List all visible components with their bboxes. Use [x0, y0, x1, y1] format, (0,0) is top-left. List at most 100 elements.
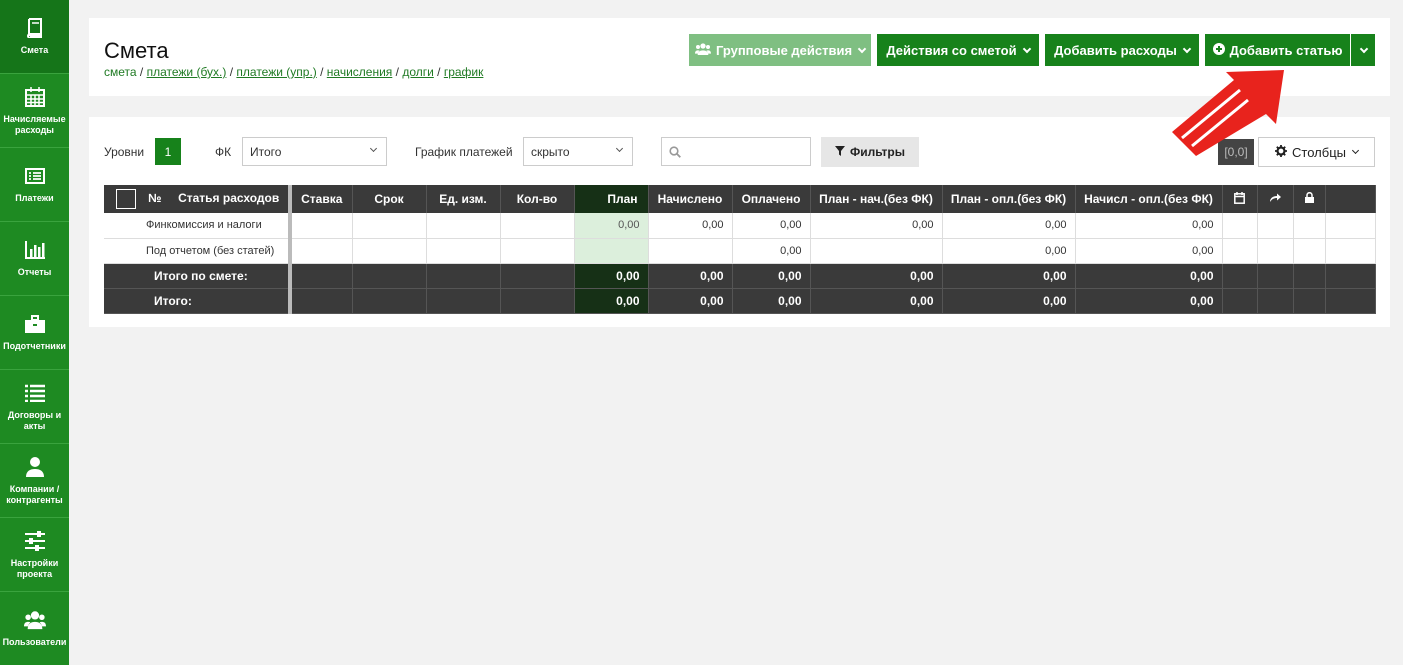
cell-plan[interactable] — [574, 238, 649, 264]
cell-calendar — [1222, 263, 1258, 289]
cell-plan-paid: 0,00 — [942, 213, 1076, 239]
header-accrued[interactable]: Начислено — [648, 185, 733, 213]
estimate-table: № Статья расходов Ставка Срок Ед. изм. К… — [104, 185, 1376, 314]
cell-plan-accrued: 0,00 — [810, 288, 943, 314]
cell-qty — [500, 213, 575, 239]
fk-label: ФК — [215, 145, 232, 159]
breadcrumb-link-payments-mgmt[interactable]: платежи (упр.) — [236, 65, 316, 79]
search-input[interactable] — [661, 137, 811, 166]
breadcrumb-link-schedule[interactable]: график — [444, 65, 484, 79]
chevron-down-icon — [1359, 44, 1369, 53]
list-icon — [24, 165, 46, 187]
chevron-down-icon — [1351, 146, 1360, 155]
header-plan-accrued[interactable]: План - нач.(без ФК) — [810, 185, 943, 213]
sidebar-item-payments[interactable]: Платежи — [0, 148, 69, 222]
schedule-select-value: скрыто — [531, 144, 570, 159]
breadcrumb: смета / платежи (бух.) / платежи (упр.) … — [104, 65, 484, 79]
breadcrumb-current: смета — [104, 65, 137, 79]
cell-lock — [1293, 288, 1326, 314]
header-article-label: Статья расходов — [178, 191, 280, 206]
sidebar-item-label: Компании / контрагенты — [6, 483, 63, 505]
sidebar-item-accrued-expenses[interactable]: Начисляемые расходы — [0, 74, 69, 148]
schedule-select[interactable]: скрыто — [523, 137, 633, 166]
cell-plan-accrued: 0,00 — [810, 213, 943, 239]
sidebar-item-label: Договоры и акты — [7, 409, 62, 431]
search-icon — [669, 146, 681, 161]
chevron-down-icon — [1182, 44, 1192, 53]
select-all-checkbox[interactable] — [116, 189, 136, 209]
header-plan-paid[interactable]: План - опл.(без ФК) — [942, 185, 1076, 213]
cell-paid: 0,00 — [732, 213, 811, 239]
cell-accrued-paid: 0,00 — [1075, 263, 1223, 289]
annotation-arrow-icon — [1172, 70, 1284, 156]
cell-unit — [426, 213, 501, 239]
cell-calendar — [1222, 288, 1258, 314]
fk-select-value: Итого — [250, 144, 282, 159]
user-icon — [24, 456, 46, 478]
fk-select[interactable]: Итого — [242, 137, 387, 166]
lock-icon — [1304, 191, 1314, 206]
header-rate[interactable]: Ставка — [290, 185, 353, 213]
cell-unit — [426, 263, 501, 289]
header-share[interactable] — [1257, 185, 1294, 213]
sidebar-item-accountables[interactable]: Подотчетники — [0, 296, 69, 370]
cell-accrued: 0,00 — [648, 213, 733, 239]
breadcrumb-link-payments-acc[interactable]: платежи (бух.) — [147, 65, 227, 79]
header-paid[interactable]: Оплачено — [732, 185, 811, 213]
cell-plan-accrued — [810, 238, 943, 264]
cell-accrued-paid: 0,00 — [1075, 238, 1223, 264]
breadcrumb-link-accruals[interactable]: начисления — [327, 65, 393, 79]
cell-paid: 0,00 — [732, 263, 811, 289]
estimate-actions-button[interactable]: Действия со сметой — [877, 34, 1039, 66]
users-icon — [694, 42, 711, 58]
users-icon — [23, 609, 46, 631]
cell-accrued-paid: 0,00 — [1075, 213, 1223, 239]
levels-button[interactable]: 1 — [155, 138, 181, 165]
breadcrumb-link-debts[interactable]: долги — [402, 65, 434, 79]
sidebar-item-project-settings[interactable]: Настройки проекта — [0, 518, 69, 592]
cell-plan: 0,00 — [574, 288, 649, 314]
cell-share — [1257, 213, 1294, 239]
cell-calendar — [1222, 238, 1258, 264]
cell-lock — [1293, 263, 1326, 289]
sidebar-item-reports[interactable]: Отчеты — [0, 222, 69, 296]
add-article-dropdown-button[interactable] — [1351, 34, 1375, 66]
cell-qty — [500, 288, 575, 314]
page-title: Смета — [104, 38, 169, 63]
header-calendar[interactable] — [1222, 185, 1258, 213]
header-empty — [1325, 185, 1376, 213]
add-expenses-button[interactable]: Добавить расходы — [1045, 34, 1199, 66]
cell-total-label: Итого по смете: — [104, 263, 292, 289]
add-article-label: Добавить статью — [1229, 42, 1343, 58]
header-term[interactable]: Срок — [352, 185, 427, 213]
add-expenses-label: Добавить расходы — [1054, 42, 1177, 58]
cell-plan[interactable]: 0,00 — [574, 213, 649, 239]
header-qty[interactable]: Кол-во — [500, 185, 575, 213]
cell-unit — [426, 288, 501, 314]
cell-rate — [290, 238, 353, 264]
table-row[interactable]: Под отчетом (без статей) 0,00 0,00 0,00 — [104, 238, 1376, 264]
sidebar-item-label: Пользователи — [2, 637, 67, 647]
cell-paid: 0,00 — [732, 288, 811, 314]
add-article-button[interactable]: Добавить статью — [1205, 34, 1350, 66]
cell-accrued — [648, 238, 733, 264]
filters-button[interactable]: Фильтры — [821, 137, 919, 167]
filter-icon — [834, 145, 845, 159]
header-unit[interactable]: Ед. изм. — [426, 185, 501, 213]
sliders-icon — [24, 530, 46, 552]
cell-plan-paid: 0,00 — [942, 263, 1076, 289]
table-row[interactable]: Финкомиссия и налоги 0,00 0,00 0,00 0,00… — [104, 213, 1376, 239]
header-accrued-paid[interactable]: Начисл - опл.(без ФК) — [1075, 185, 1223, 213]
estimate-actions-label: Действия со сметой — [886, 42, 1017, 58]
sidebar-item-contracts[interactable]: Договоры и акты — [0, 370, 69, 444]
sidebar-item-label: Начисляемые расходы — [3, 113, 66, 135]
cell-plan-paid: 0,00 — [942, 238, 1076, 264]
sidebar-item-users[interactable]: Пользователи — [0, 592, 69, 665]
chevron-down-icon — [615, 144, 624, 153]
sidebar-item-estimate[interactable]: Смета — [0, 0, 69, 74]
group-actions-button[interactable]: Групповые действия — [689, 34, 871, 66]
header-plan[interactable]: План — [574, 185, 649, 213]
sidebar-item-companies[interactable]: Компании / контрагенты — [0, 444, 69, 518]
cell-unit — [426, 238, 501, 264]
header-lock[interactable] — [1293, 185, 1326, 213]
